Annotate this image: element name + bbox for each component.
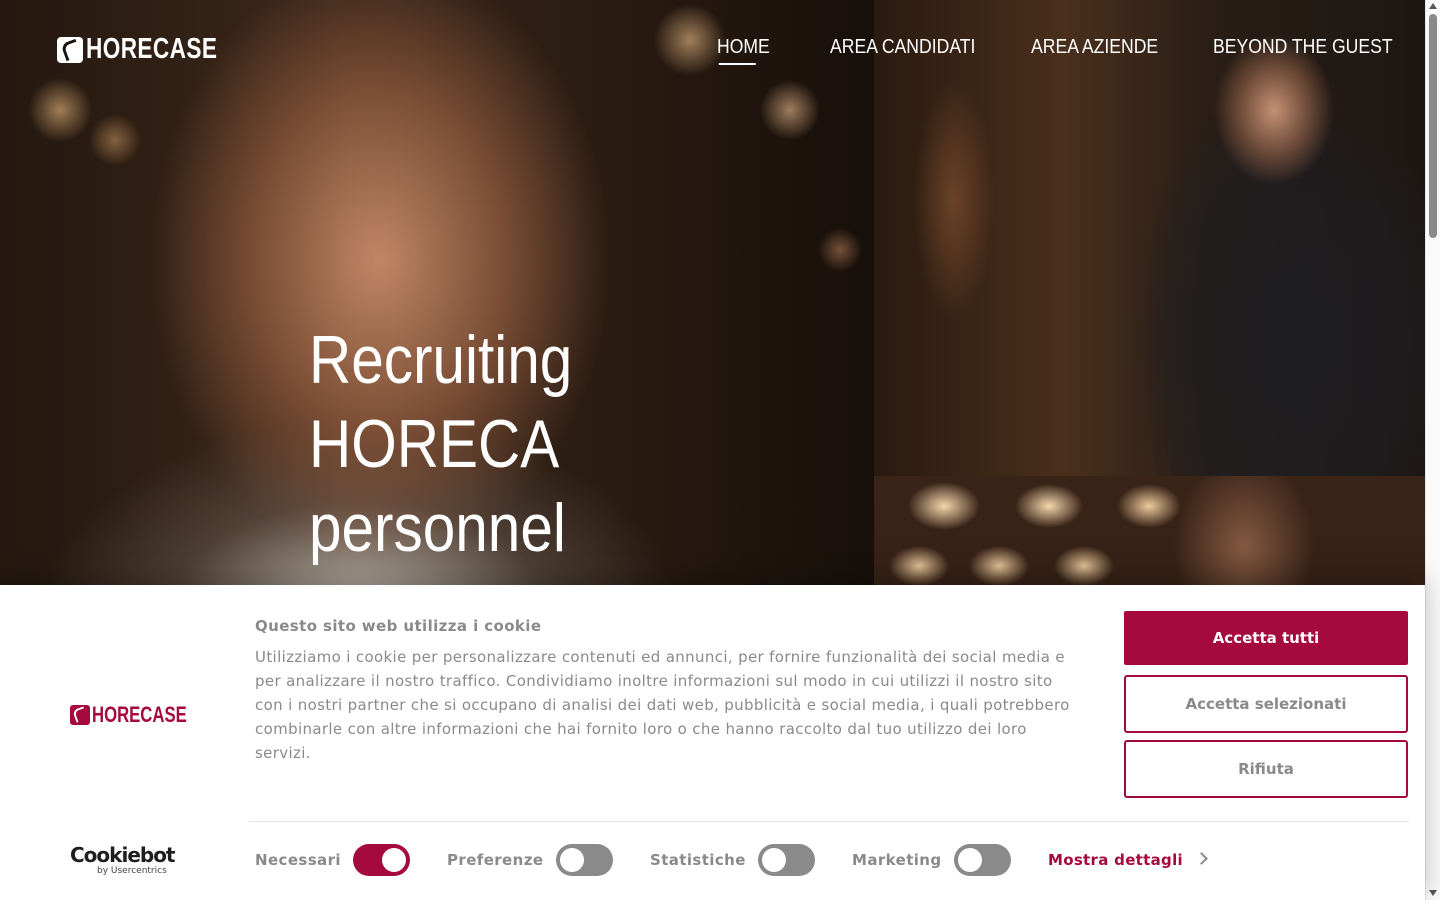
toggle-preferenze[interactable] — [556, 844, 613, 876]
toggle-knob — [762, 848, 786, 872]
accept-all-button[interactable]: Accetta tutti — [1124, 611, 1408, 665]
scroll-thumb[interactable] — [1429, 14, 1437, 238]
cookie-title: Questo sito web utilizza i cookie — [255, 617, 542, 635]
hero-photo-woman — [874, 0, 1425, 476]
reject-button[interactable]: Rifiuta — [1124, 740, 1408, 798]
scroll-up-arrow-icon[interactable] — [1429, 3, 1437, 9]
banner-logo: HORECASE — [70, 702, 217, 728]
toggle-knob — [382, 848, 406, 872]
headline-line: personnel — [309, 490, 566, 566]
main-nav: HOME AREA CANDIDATI AREA AZIENDE BEYOND … — [0, 36, 1425, 66]
toggle-necessari[interactable] — [353, 844, 410, 876]
cookiebot-logo[interactable]: Cookiebot by Usercentrics — [70, 843, 176, 878]
page-scrollbar[interactable] — [1425, 0, 1440, 900]
accept-selected-button[interactable]: Accetta selezionati — [1124, 675, 1408, 733]
headline-line: HORECA — [309, 406, 560, 482]
nav-beyond-the-guest[interactable]: BEYOND THE GUEST — [1213, 36, 1393, 59]
headline-line: Recruiting — [309, 322, 573, 398]
toggle-statistiche[interactable] — [758, 844, 815, 876]
nav-home[interactable]: HOME — [717, 36, 770, 65]
toggle-knob — [560, 848, 584, 872]
toggle-label-statistiche: Statistiche — [650, 851, 746, 869]
show-details-link[interactable]: Mostra dettagli — [1048, 851, 1183, 869]
nav-area-aziende[interactable]: AREA AZIENDE — [1031, 36, 1158, 59]
toggle-label-marketing: Marketing — [852, 851, 942, 869]
toggle-marketing[interactable] — [954, 844, 1011, 876]
scroll-down-arrow-icon[interactable] — [1429, 890, 1437, 896]
nav-area-candidati[interactable]: AREA CANDIDATI — [830, 36, 975, 59]
toggle-knob — [958, 848, 982, 872]
banner-divider — [249, 821, 1409, 822]
cookie-consent-banner: HORECASE Questo sito web utilizza i cook… — [0, 585, 1425, 900]
cookie-description: Utilizziamo i cookie per personalizzare … — [255, 648, 1070, 762]
chevron-right-icon[interactable] — [1195, 852, 1208, 865]
cookiebot-name: Cookiebot — [70, 843, 176, 867]
toggle-label-preferenze: Preferenze — [447, 851, 544, 869]
toggle-label-necessari: Necessari — [255, 851, 341, 869]
banner-logo-text: HORECASE — [92, 702, 187, 727]
cookiebot-byline: by Usercentrics — [97, 866, 167, 876]
banner-logo-mark-icon — [70, 705, 90, 725]
